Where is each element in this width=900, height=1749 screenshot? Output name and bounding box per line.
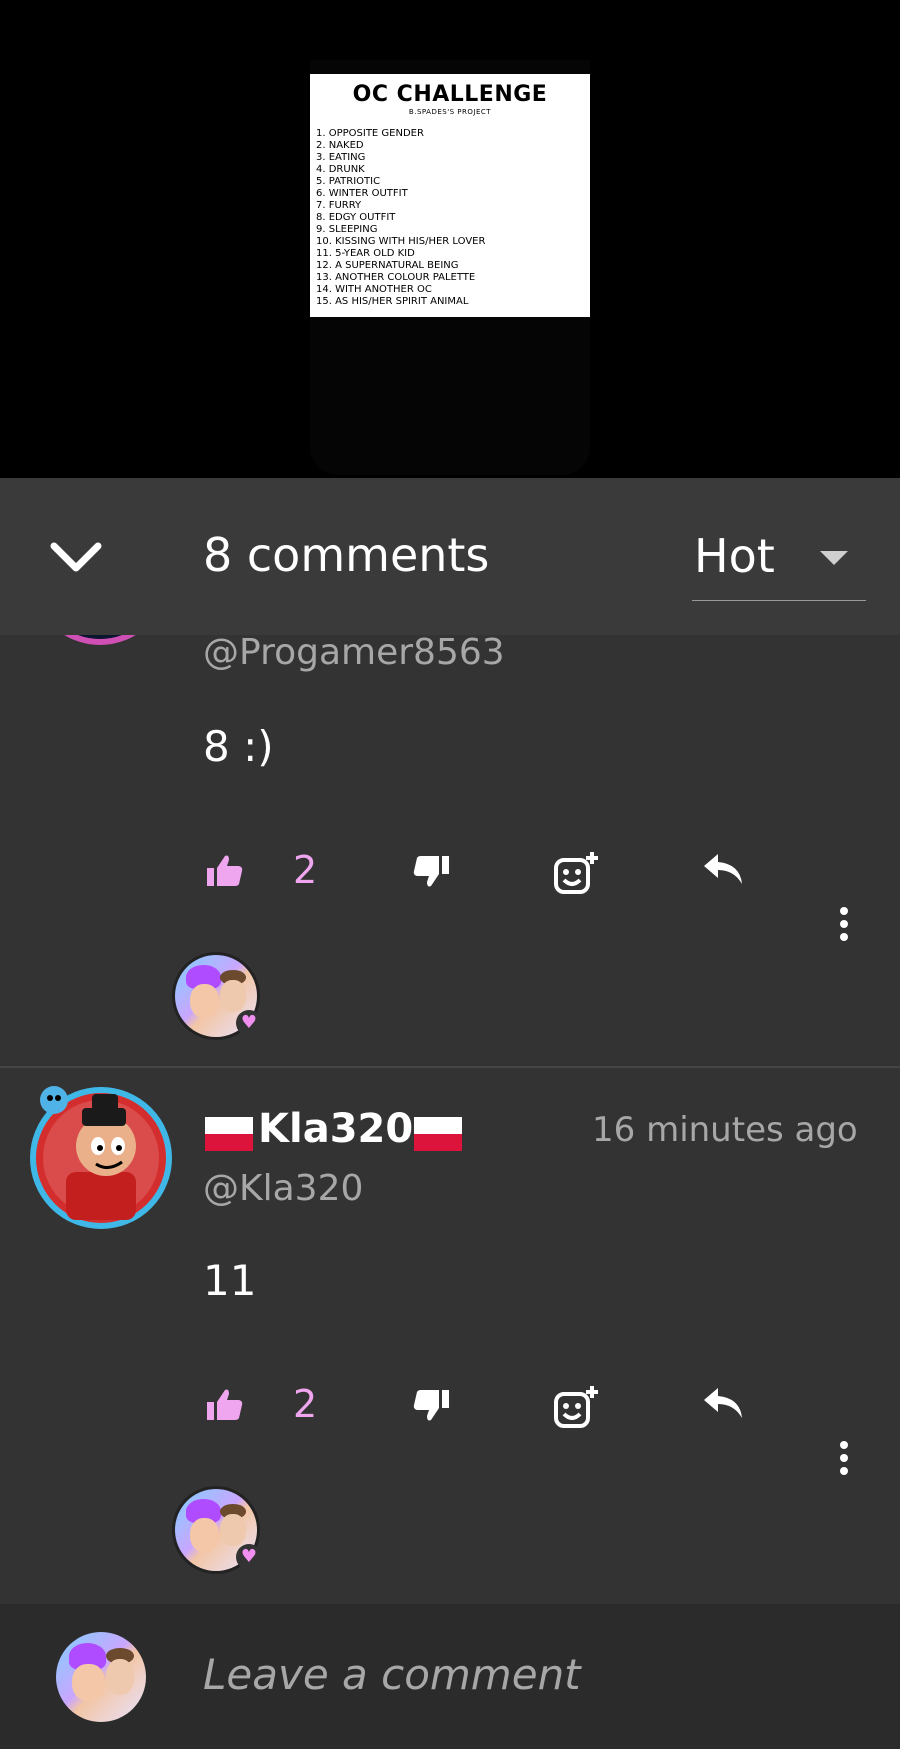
like-button[interactable] <box>205 1386 245 1426</box>
poster-item: 3. EATING <box>316 152 366 163</box>
poster-item: 11. 5-YEAR OLD KID <box>316 248 415 259</box>
challenge-poster: OC CHALLENGE B.SPADES'S PROJECT 1. OPPOS… <box>310 74 590 317</box>
sort-dropdown[interactable]: Hot <box>692 525 866 601</box>
poster-item: 7. FURRY <box>316 200 362 211</box>
avatar[interactable] <box>26 1080 176 1230</box>
thumbs-up-icon <box>207 855 243 886</box>
reply-icon <box>704 854 742 884</box>
like-count: 2 <box>293 1382 318 1426</box>
comment-divider <box>0 1066 900 1068</box>
dislike-button[interactable] <box>411 852 451 892</box>
poster-item: 12. A SUPERNATURAL BEING <box>316 260 459 271</box>
add-emoji-icon <box>554 1386 598 1428</box>
poster-item: 14. WITH ANOTHER OC <box>316 284 432 295</box>
like-count: 2 <box>293 848 318 892</box>
poster-item: 4. DRUNK <box>316 164 365 175</box>
caret-down-icon <box>820 551 848 565</box>
user-avatar[interactable] <box>56 1632 146 1722</box>
add-emoji-icon <box>554 852 598 894</box>
poster-item: 13. ANOTHER COLOUR PALETTE <box>316 272 476 283</box>
comment-body: 8 :) <box>203 722 274 771</box>
reply-button[interactable] <box>702 1386 746 1422</box>
more-options-button[interactable] <box>834 906 854 942</box>
more-options-button[interactable] <box>834 1440 854 1476</box>
thumbs-down-icon <box>413 1390 449 1421</box>
more-vertical-icon <box>840 907 848 941</box>
comment-author-name[interactable]: Kla320 <box>258 1106 413 1152</box>
poster-item: 5. PATRIOTIC <box>316 176 381 187</box>
reply-button[interactable] <box>702 852 746 888</box>
like-button[interactable] <box>205 852 245 892</box>
poster-item: 2. NAKED <box>316 140 364 151</box>
dislike-button[interactable] <box>411 1386 451 1426</box>
comment-handle[interactable]: @Kla320 <box>203 1168 363 1209</box>
comment-timestamp: 16 minutes ago <box>592 1110 858 1150</box>
more-vertical-icon <box>840 1441 848 1475</box>
comment-count: 8 comments <box>203 528 490 582</box>
poster-subtitle: B.SPADES'S PROJECT <box>408 108 492 116</box>
add-reaction-button[interactable] <box>552 850 600 898</box>
poster-item: 6. WINTER OUTFIT <box>316 188 408 199</box>
poster-item: 15. AS HIS/HER SPIRIT ANIMAL <box>316 296 469 307</box>
media-area: OC CHALLENGE B.SPADES'S PROJECT 1. OPPOS… <box>0 0 900 478</box>
flag-icon <box>205 1117 253 1151</box>
poster-item: 8. EDGY OUTFIT <box>316 212 396 223</box>
heart-icon: ♥ <box>236 1544 262 1570</box>
chevron-down-icon <box>50 542 102 572</box>
poster-title: OC CHALLENGE <box>352 82 548 107</box>
add-reaction-button[interactable] <box>552 1384 600 1432</box>
heart-icon: ♥ <box>236 1010 262 1036</box>
thumbs-down-icon <box>413 856 449 887</box>
collapse-button[interactable] <box>50 540 102 574</box>
poster-item: 10. KISSING WITH HIS/HER LOVER <box>316 236 486 247</box>
reply-icon <box>704 1388 742 1418</box>
poster-item: 1. OPPOSITE GENDER <box>316 128 424 139</box>
comment-body: 11 <box>203 1256 257 1305</box>
user-photo <box>56 1632 146 1722</box>
poster-list: 1. OPPOSITE GENDER 2. NAKED 3. EATING 4.… <box>316 128 590 308</box>
thumbs-up-icon <box>207 1389 243 1420</box>
flag-icon <box>414 1117 462 1151</box>
avatar-image <box>30 1086 172 1229</box>
comment-input[interactable]: Leave a comment <box>203 1650 581 1699</box>
sort-value: Hot <box>694 529 775 583</box>
comment-handle[interactable]: @Progamer8563 <box>203 632 505 673</box>
poster-item: 9. SLEEPING <box>316 224 378 235</box>
